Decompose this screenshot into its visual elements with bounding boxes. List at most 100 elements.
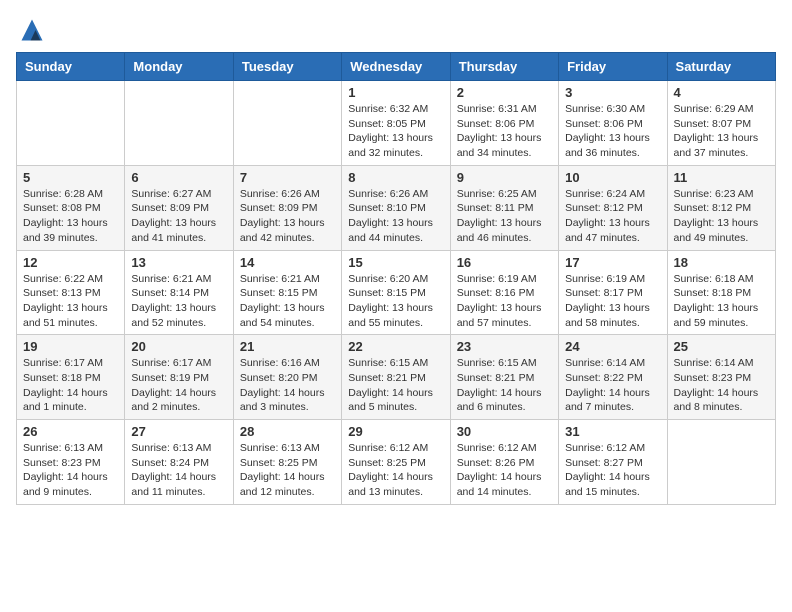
day-number: 21 bbox=[240, 339, 335, 354]
day-number: 3 bbox=[565, 85, 660, 100]
week-row-1: 5 Sunrise: 6:28 AM Sunset: 8:08 PM Daylig… bbox=[17, 165, 776, 250]
header bbox=[16, 16, 776, 44]
day-info: Sunrise: 6:27 AM Sunset: 8:09 PM Dayligh… bbox=[131, 187, 226, 246]
day-info: Sunrise: 6:21 AM Sunset: 8:14 PM Dayligh… bbox=[131, 272, 226, 331]
day-info: Sunrise: 6:20 AM Sunset: 8:15 PM Dayligh… bbox=[348, 272, 443, 331]
day-number: 1 bbox=[348, 85, 443, 100]
calendar-cell: 1 Sunrise: 6:32 AM Sunset: 8:05 PM Daylig… bbox=[342, 81, 450, 166]
day-info: Sunrise: 6:21 AM Sunset: 8:15 PM Dayligh… bbox=[240, 272, 335, 331]
days-header-row: SundayMondayTuesdayWednesdayThursdayFrid… bbox=[17, 53, 776, 81]
day-info: Sunrise: 6:13 AM Sunset: 8:25 PM Dayligh… bbox=[240, 441, 335, 500]
day-info: Sunrise: 6:25 AM Sunset: 8:11 PM Dayligh… bbox=[457, 187, 552, 246]
day-number: 25 bbox=[674, 339, 769, 354]
day-number: 22 bbox=[348, 339, 443, 354]
day-info: Sunrise: 6:32 AM Sunset: 8:05 PM Dayligh… bbox=[348, 102, 443, 161]
calendar-cell: 12 Sunrise: 6:22 AM Sunset: 8:13 PM Dayli… bbox=[17, 250, 125, 335]
day-number: 23 bbox=[457, 339, 552, 354]
day-info: Sunrise: 6:26 AM Sunset: 8:09 PM Dayligh… bbox=[240, 187, 335, 246]
calendar-cell: 15 Sunrise: 6:20 AM Sunset: 8:15 PM Dayli… bbox=[342, 250, 450, 335]
day-number: 4 bbox=[674, 85, 769, 100]
calendar-cell: 11 Sunrise: 6:23 AM Sunset: 8:12 PM Dayli… bbox=[667, 165, 775, 250]
day-info: Sunrise: 6:12 AM Sunset: 8:26 PM Dayligh… bbox=[457, 441, 552, 500]
calendar-cell: 3 Sunrise: 6:30 AM Sunset: 8:06 PM Daylig… bbox=[559, 81, 667, 166]
calendar-cell: 24Sunrise: 6:14 AM Sunset: 8:22 PM Dayli… bbox=[559, 335, 667, 420]
day-header-thursday: Thursday bbox=[450, 53, 558, 81]
calendar-cell bbox=[667, 420, 775, 505]
calendar-cell bbox=[125, 81, 233, 166]
calendar-cell: 7Sunrise: 6:26 AM Sunset: 8:09 PM Daylig… bbox=[233, 165, 341, 250]
day-number: 13 bbox=[131, 255, 226, 270]
day-number: 27 bbox=[131, 424, 226, 439]
calendar-cell: 2 Sunrise: 6:31 AM Sunset: 8:06 PM Daylig… bbox=[450, 81, 558, 166]
day-number: 11 bbox=[674, 170, 769, 185]
day-info: Sunrise: 6:13 AM Sunset: 8:23 PM Dayligh… bbox=[23, 441, 118, 500]
week-row-2: 12 Sunrise: 6:22 AM Sunset: 8:13 PM Dayli… bbox=[17, 250, 776, 335]
week-row-0: 1 Sunrise: 6:32 AM Sunset: 8:05 PM Daylig… bbox=[17, 81, 776, 166]
calendar-cell: 27 Sunrise: 6:13 AM Sunset: 8:24 PM Dayli… bbox=[125, 420, 233, 505]
day-number: 5 bbox=[23, 170, 118, 185]
calendar-cell: 5 Sunrise: 6:28 AM Sunset: 8:08 PM Daylig… bbox=[17, 165, 125, 250]
calendar-cell: 8 Sunrise: 6:26 AM Sunset: 8:10 PM Daylig… bbox=[342, 165, 450, 250]
calendar-table: SundayMondayTuesdayWednesdayThursdayFrid… bbox=[16, 52, 776, 505]
day-number: 29 bbox=[348, 424, 443, 439]
day-number: 8 bbox=[348, 170, 443, 185]
calendar-cell: 16 Sunrise: 6:19 AM Sunset: 8:16 PM Dayli… bbox=[450, 250, 558, 335]
day-info: Sunrise: 6:13 AM Sunset: 8:24 PM Dayligh… bbox=[131, 441, 226, 500]
calendar-cell: 14Sunrise: 6:21 AM Sunset: 8:15 PM Dayli… bbox=[233, 250, 341, 335]
day-number: 16 bbox=[457, 255, 552, 270]
day-info: Sunrise: 6:23 AM Sunset: 8:12 PM Dayligh… bbox=[674, 187, 769, 246]
day-number: 6 bbox=[131, 170, 226, 185]
calendar-cell: 19Sunrise: 6:17 AM Sunset: 8:18 PM Dayli… bbox=[17, 335, 125, 420]
day-number: 20 bbox=[131, 339, 226, 354]
calendar-cell: 21Sunrise: 6:16 AM Sunset: 8:20 PM Dayli… bbox=[233, 335, 341, 420]
calendar-cell: 13 Sunrise: 6:21 AM Sunset: 8:14 PM Dayli… bbox=[125, 250, 233, 335]
week-row-3: 19Sunrise: 6:17 AM Sunset: 8:18 PM Dayli… bbox=[17, 335, 776, 420]
day-info: Sunrise: 6:30 AM Sunset: 8:06 PM Dayligh… bbox=[565, 102, 660, 161]
day-info: Sunrise: 6:31 AM Sunset: 8:06 PM Dayligh… bbox=[457, 102, 552, 161]
day-number: 28 bbox=[240, 424, 335, 439]
day-info: Sunrise: 6:12 AM Sunset: 8:25 PM Dayligh… bbox=[348, 441, 443, 500]
day-info: Sunrise: 6:19 AM Sunset: 8:16 PM Dayligh… bbox=[457, 272, 552, 331]
day-header-saturday: Saturday bbox=[667, 53, 775, 81]
day-number: 12 bbox=[23, 255, 118, 270]
week-row-4: 26 Sunrise: 6:13 AM Sunset: 8:23 PM Dayli… bbox=[17, 420, 776, 505]
day-header-tuesday: Tuesday bbox=[233, 53, 341, 81]
day-info: Sunrise: 6:15 AM Sunset: 8:21 PM Dayligh… bbox=[457, 356, 552, 415]
day-number: 24 bbox=[565, 339, 660, 354]
day-number: 30 bbox=[457, 424, 552, 439]
calendar-cell: 22 Sunrise: 6:15 AM Sunset: 8:21 PM Dayli… bbox=[342, 335, 450, 420]
day-header-friday: Friday bbox=[559, 53, 667, 81]
calendar-cell: 25 Sunrise: 6:14 AM Sunset: 8:23 PM Dayli… bbox=[667, 335, 775, 420]
calendar-cell: 31Sunrise: 6:12 AM Sunset: 8:27 PM Dayli… bbox=[559, 420, 667, 505]
calendar-cell bbox=[233, 81, 341, 166]
calendar-cell: 9 Sunrise: 6:25 AM Sunset: 8:11 PM Daylig… bbox=[450, 165, 558, 250]
day-number: 26 bbox=[23, 424, 118, 439]
day-info: Sunrise: 6:17 AM Sunset: 8:19 PM Dayligh… bbox=[131, 356, 226, 415]
day-number: 2 bbox=[457, 85, 552, 100]
day-info: Sunrise: 6:19 AM Sunset: 8:17 PM Dayligh… bbox=[565, 272, 660, 331]
day-info: Sunrise: 6:15 AM Sunset: 8:21 PM Dayligh… bbox=[348, 356, 443, 415]
day-header-sunday: Sunday bbox=[17, 53, 125, 81]
day-number: 10 bbox=[565, 170, 660, 185]
day-header-monday: Monday bbox=[125, 53, 233, 81]
logo-icon bbox=[18, 16, 46, 44]
calendar-cell: 17 Sunrise: 6:19 AM Sunset: 8:17 PM Dayli… bbox=[559, 250, 667, 335]
day-info: Sunrise: 6:24 AM Sunset: 8:12 PM Dayligh… bbox=[565, 187, 660, 246]
day-info: Sunrise: 6:26 AM Sunset: 8:10 PM Dayligh… bbox=[348, 187, 443, 246]
calendar-cell: 28 Sunrise: 6:13 AM Sunset: 8:25 PM Dayli… bbox=[233, 420, 341, 505]
day-info: Sunrise: 6:17 AM Sunset: 8:18 PM Dayligh… bbox=[23, 356, 118, 415]
calendar-cell: 10 Sunrise: 6:24 AM Sunset: 8:12 PM Dayli… bbox=[559, 165, 667, 250]
day-number: 9 bbox=[457, 170, 552, 185]
day-number: 31 bbox=[565, 424, 660, 439]
calendar-cell: 6 Sunrise: 6:27 AM Sunset: 8:09 PM Daylig… bbox=[125, 165, 233, 250]
day-number: 15 bbox=[348, 255, 443, 270]
calendar-cell: 23 Sunrise: 6:15 AM Sunset: 8:21 PM Dayli… bbox=[450, 335, 558, 420]
day-number: 18 bbox=[674, 255, 769, 270]
day-info: Sunrise: 6:18 AM Sunset: 8:18 PM Dayligh… bbox=[674, 272, 769, 331]
logo bbox=[16, 16, 46, 44]
day-info: Sunrise: 6:28 AM Sunset: 8:08 PM Dayligh… bbox=[23, 187, 118, 246]
day-number: 17 bbox=[565, 255, 660, 270]
day-info: Sunrise: 6:29 AM Sunset: 8:07 PM Dayligh… bbox=[674, 102, 769, 161]
day-info: Sunrise: 6:14 AM Sunset: 8:23 PM Dayligh… bbox=[674, 356, 769, 415]
day-info: Sunrise: 6:22 AM Sunset: 8:13 PM Dayligh… bbox=[23, 272, 118, 331]
